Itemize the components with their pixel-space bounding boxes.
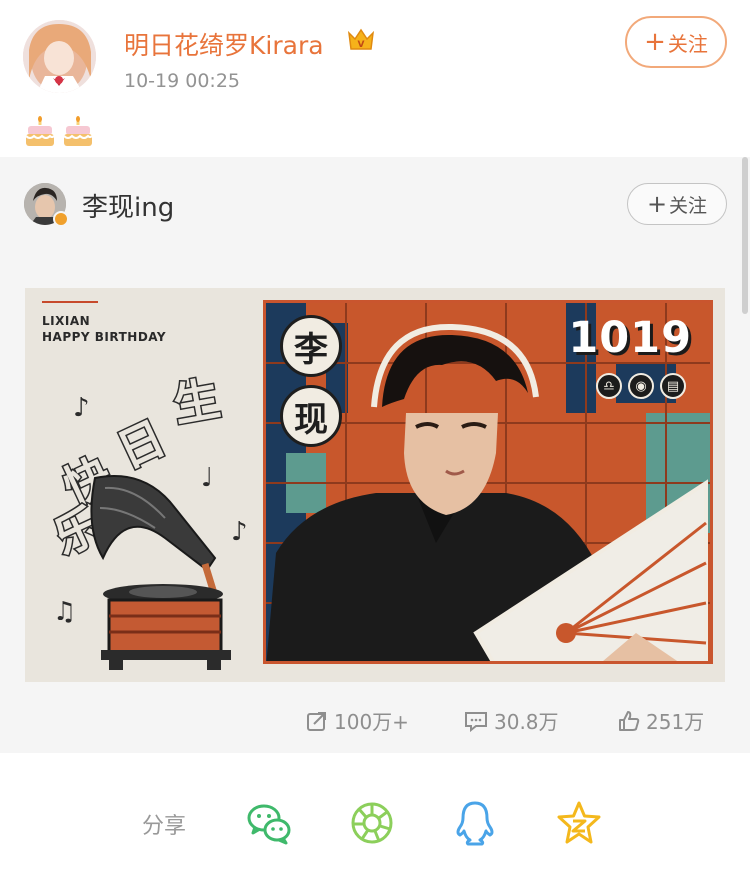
- libra-icon: ♎: [596, 373, 622, 399]
- poster-divider: [42, 301, 98, 303]
- plus-icon: +: [644, 27, 666, 57]
- follow-label: 关注: [667, 31, 708, 56]
- author-avatar[interactable]: [23, 20, 96, 93]
- post-time: 10-19 00:25: [124, 70, 241, 92]
- follow-button[interactable]: + 关注: [625, 16, 727, 68]
- poster-name-char-1: 李: [280, 315, 342, 377]
- thumbs-up-icon: [619, 710, 640, 731]
- svg-text:♩: ♩: [201, 463, 213, 493]
- qzone-star-icon[interactable]: [556, 800, 602, 846]
- poster-line1: LIXIAN: [42, 314, 91, 328]
- repost-count[interactable]: 100万+: [306, 706, 409, 735]
- plus-icon: +: [646, 190, 668, 218]
- repost-icon: [307, 711, 326, 731]
- comment-count[interactable]: 30.8万: [464, 706, 559, 735]
- svg-text:♪: ♪: [73, 393, 90, 423]
- author-name[interactable]: 明日花绮罗Kirara: [124, 26, 324, 62]
- poster-name-char-2: 现: [280, 385, 342, 447]
- verified-badge-icon: [53, 211, 69, 227]
- svg-text:生: 生: [169, 371, 224, 432]
- birthday-cake-icon: [25, 116, 55, 146]
- post-emojis: [25, 116, 93, 148]
- like-count[interactable]: 251万: [618, 706, 704, 735]
- post-image[interactable]: LIXIAN HAPPY BIRTHDAY 生 日 快 乐 ♪ ♩ ♪ ♫ 10…: [25, 288, 725, 682]
- post-header: 明日花绮罗Kirara V 10-19 00:25 + 关注: [0, 0, 750, 112]
- birthday-cake-icon: [63, 116, 93, 146]
- repost-count-text: 100万+: [334, 710, 409, 734]
- calendar-icon: ▤: [660, 373, 686, 399]
- comment-count-text: 30.8万: [494, 710, 559, 734]
- reposted-post[interactable]: 李现ing + 关注 LIXIAN HAPPY BIRTHDAY 生 日 快 乐…: [0, 157, 750, 753]
- svg-text:♪: ♪: [231, 517, 248, 547]
- vip-crown-icon: V: [346, 27, 376, 53]
- repost-follow-button[interactable]: + 关注: [627, 183, 727, 225]
- like-count-text: 251万: [646, 710, 705, 734]
- poster-photo-panel: 1019 ♎ ◉ ▤ 李 现: [263, 300, 713, 664]
- comment-icon: [465, 711, 487, 732]
- share-label: 分享: [142, 814, 187, 839]
- poster-date: 1019: [568, 313, 692, 363]
- moments-icon[interactable]: [349, 800, 395, 846]
- share-bar: 分享: [0, 753, 750, 891]
- wechat-icon[interactable]: [246, 800, 292, 846]
- gramophone-illustration: 生 日 快 乐 ♪ ♩ ♪ ♫: [44, 370, 248, 670]
- repost-author-name[interactable]: 李现ing: [82, 187, 174, 224]
- svg-text:♫: ♫: [53, 597, 76, 627]
- monkey-icon: ◉: [628, 373, 654, 399]
- svg-text:V: V: [358, 40, 365, 50]
- poster-line2: HAPPY BIRTHDAY: [42, 330, 167, 344]
- repost-follow-label: 关注: [669, 194, 708, 217]
- svg-text:日: 日: [109, 410, 174, 478]
- qq-icon[interactable]: [452, 800, 498, 846]
- scrollbar[interactable]: [742, 157, 748, 314]
